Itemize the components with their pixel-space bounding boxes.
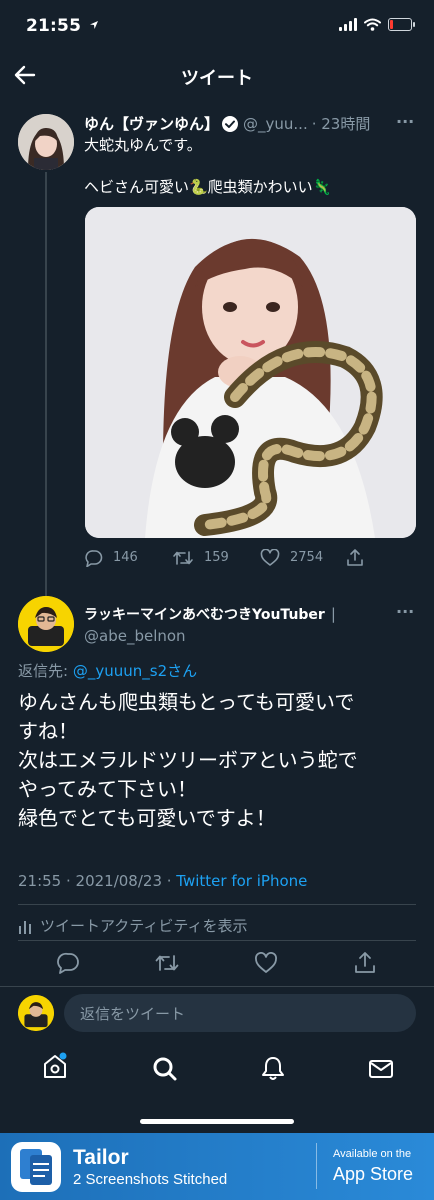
reply-icon: [85, 549, 103, 567]
retweet-action[interactable]: 159: [172, 549, 260, 567]
share-action[interactable]: [346, 548, 364, 567]
status-icons: [339, 18, 415, 31]
reply-icon[interactable]: [56, 952, 80, 974]
banner-store-small: Available on the: [333, 1148, 412, 1160]
reply-text: ゆんさんも爬虫類もとっても可愛いで すね！ 次はエメラルドツリーボアという蛇で …: [18, 688, 423, 833]
status-time: 21:55: [26, 16, 99, 36]
banner-app-name: Tailor: [73, 1146, 129, 1169]
retweet-icon[interactable]: [154, 952, 180, 974]
messages-tab-icon[interactable]: [368, 1058, 394, 1080]
author-name[interactable]: ゆん【ヴァンゆん】: [84, 113, 219, 134]
tweet-time: · 23時間: [311, 115, 371, 133]
reply-input[interactable]: 返信をツイート: [64, 994, 416, 1032]
page-title: ツイート: [181, 68, 253, 89]
author-handle[interactable]: @_yuu...: [243, 115, 308, 133]
analytics-icon: [19, 920, 31, 934]
cellular-signal-icon: [339, 18, 357, 31]
reply-author-handle[interactable]: @abe_belnon: [84, 627, 186, 645]
search-tab-icon[interactable]: [152, 1056, 178, 1082]
reply-author-avatar[interactable]: [18, 596, 74, 652]
name-separator: |: [330, 605, 336, 623]
tweet-text-line-2: ヘビさん可愛い🐍爬虫類かわいい🦎: [84, 178, 332, 196]
banner-divider: [316, 1143, 317, 1189]
retweet-count: 159: [204, 550, 229, 565]
reply-timestamp: 21:55 · 2021/08/23 ·: [18, 872, 177, 890]
replying-to-user[interactable]: @_yuuun_s2さん: [73, 662, 197, 680]
reply-text-line: ゆんさんも爬虫類もとっても可愛いで: [18, 690, 355, 714]
thread-connector-line: [45, 172, 47, 598]
tailor-app-icon: [11, 1142, 61, 1192]
tweet-text-line-1: 大蛇丸ゆんです。: [84, 136, 202, 154]
battery-icon: [388, 18, 415, 31]
tweet-photo[interactable]: [85, 207, 416, 538]
share-icon[interactable]: [354, 951, 376, 974]
location-arrow-icon: [90, 21, 99, 29]
home-indicator: [140, 1119, 294, 1124]
reply-author-name[interactable]: ラッキーマインあべむつきYouTuber: [84, 604, 325, 624]
replying-to: 返信先: @_yuuun_s2さん: [18, 660, 197, 681]
reply-text-line: 次はエメラルドツリーボアという蛇で: [18, 748, 358, 772]
client-link[interactable]: Twitter for iPhone: [176, 872, 307, 890]
verified-badge-icon: [222, 115, 239, 132]
reply-action[interactable]: 146: [84, 549, 172, 567]
notifications-tab-icon[interactable]: [260, 1055, 286, 1082]
heart-icon: [260, 548, 280, 566]
reply-text-line: 緑色でとても可愛いですよ！: [18, 806, 276, 830]
reply-author-row: ラッキーマインあべむつきYouTuber |: [84, 604, 336, 624]
tweet-more-icon[interactable]: ···: [396, 112, 414, 131]
reply-text-line: すね！: [18, 719, 78, 743]
tweet-activity-link[interactable]: ツイートアクティビティを表示: [18, 915, 247, 936]
tweet-activity-label: ツイートアクティビティを表示: [40, 917, 248, 935]
tailor-banner: Tailor 2 Screenshots Stitched Available …: [0, 1133, 434, 1200]
banner-store-big[interactable]: App Store: [333, 1164, 413, 1185]
divider: [18, 904, 416, 905]
banner-subtitle: 2 Screenshots Stitched: [73, 1171, 228, 1188]
tweet-header: ゆん【ヴァンゆん】 @_yuu... · 23時間: [84, 113, 370, 134]
composer-avatar: [18, 995, 54, 1031]
reply-more-icon[interactable]: ···: [396, 602, 414, 621]
divider: [18, 940, 416, 941]
replying-to-label: 返信先:: [18, 662, 69, 680]
retweet-icon: [173, 550, 193, 565]
divider: [0, 986, 434, 987]
author-avatar[interactable]: [18, 114, 74, 170]
share-icon: [347, 549, 363, 566]
reply-text-line: やってみて下さい！: [18, 777, 197, 801]
reply-count: 146: [113, 550, 138, 565]
reply-meta: 21:55 · 2021/08/23 · Twitter for iPhone: [18, 872, 307, 890]
like-action[interactable]: 2754: [260, 548, 346, 567]
home-tab-icon[interactable]: [42, 1052, 68, 1080]
heart-icon[interactable]: [254, 952, 278, 974]
tweet-actions: 146 159 2754: [84, 548, 364, 567]
like-count: 2754: [290, 550, 324, 565]
wifi-icon: [364, 18, 381, 31]
